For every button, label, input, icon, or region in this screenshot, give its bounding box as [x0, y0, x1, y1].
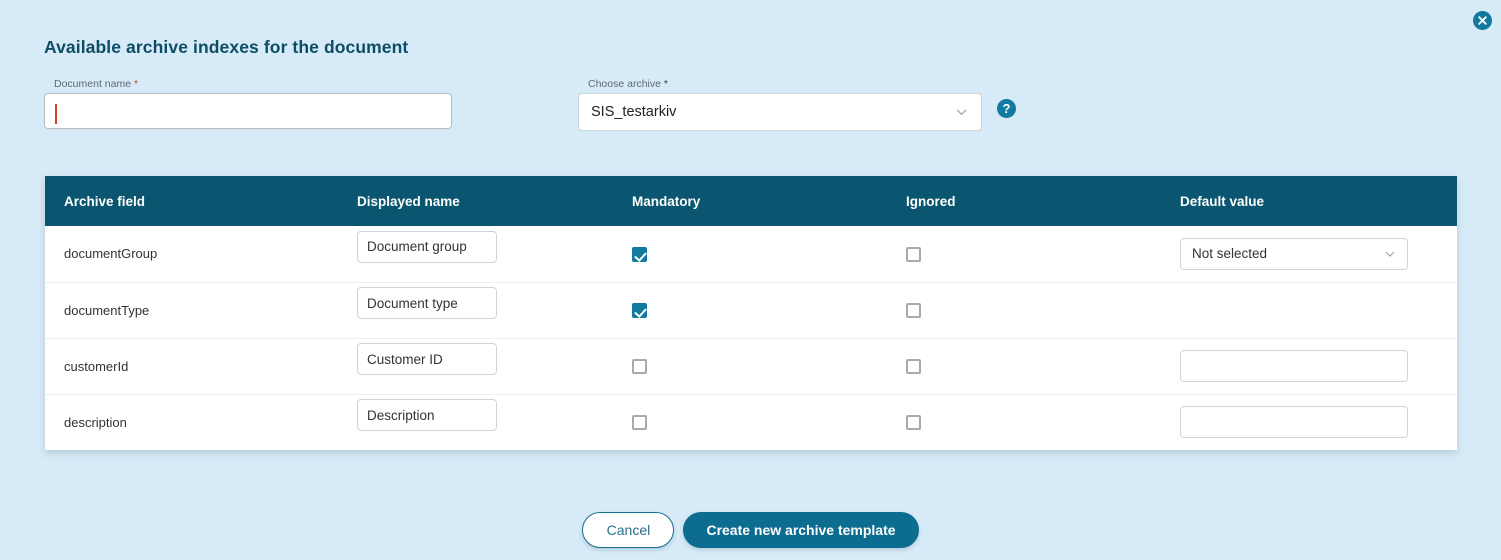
close-dialog-button[interactable]: [1473, 11, 1492, 30]
cell-mandatory: [613, 282, 887, 339]
cell-displayed-name: [338, 394, 613, 450]
required-asterisk: *: [133, 78, 139, 90]
cell-ignored: [887, 394, 1161, 450]
mandatory-checkbox[interactable]: [632, 246, 647, 262]
cell-ignored: [887, 226, 1161, 283]
page-title: Available archive indexes for the docume…: [44, 37, 409, 57]
choose-archive-select[interactable]: SIS_testarkiv: [578, 93, 982, 131]
choose-archive-label: Choose archive *: [588, 78, 668, 90]
cell-archive-field: description: [64, 414, 127, 430]
cell-default-value: [1161, 338, 1457, 395]
document-name-label: Document name *: [54, 78, 139, 90]
cell-archive-field: documentType: [45, 282, 338, 339]
archive-index-table: Archive field Displayed name Mandatory I…: [45, 176, 1457, 450]
column-header-default-value: Default value: [1161, 176, 1457, 226]
table-row: documentType: [45, 282, 1457, 339]
document-name-field-group: Document name *: [44, 78, 452, 129]
chevron-down-icon: [1385, 251, 1395, 257]
default-value-input[interactable]: [1180, 350, 1408, 382]
table-row: description: [45, 394, 1457, 450]
table-body: documentGroup Not selected documentTypecus…: [45, 226, 1457, 450]
cell-default-value: Not selected: [1161, 226, 1457, 283]
form-row: Document name * Choose archive * SIS_tes…: [0, 78, 1501, 138]
cell-mandatory: [613, 338, 887, 395]
cell-archive-field: documentGroup: [45, 226, 338, 283]
displayed-name-input[interactable]: [357, 343, 497, 375]
cell-archive-field: customerId: [45, 338, 338, 395]
displayed-name-input[interactable]: [357, 399, 497, 432]
chevron-down-icon: [956, 109, 967, 116]
help-icon[interactable]: ?: [997, 99, 1016, 118]
document-name-input[interactable]: [44, 93, 452, 129]
cell-mandatory: [613, 394, 887, 450]
column-header-displayed-name: Displayed name: [338, 176, 613, 226]
default-value-selected-text: Not selected: [1192, 246, 1268, 262]
mandatory-checkbox[interactable]: [632, 303, 647, 318]
displayed-name-input[interactable]: [357, 287, 497, 319]
close-icon: [1478, 16, 1487, 25]
ignored-checkbox[interactable]: [906, 246, 921, 262]
mandatory-checkbox[interactable]: [632, 415, 647, 431]
required-asterisk: *: [663, 78, 668, 90]
default-value-input[interactable]: [1180, 406, 1408, 439]
dialog-footer: Cancel Create new archive template: [0, 512, 1501, 548]
default-value-select[interactable]: Not selected: [1180, 237, 1408, 270]
ignored-checkbox[interactable]: [906, 303, 921, 318]
text-cursor: [55, 104, 57, 124]
cell-ignored: [887, 282, 1161, 339]
displayed-name-input[interactable]: [357, 230, 497, 263]
ignored-checkbox[interactable]: [906, 359, 921, 374]
table-header-row: Archive field Displayed name Mandatory I…: [45, 176, 1457, 226]
cell-ignored: [887, 338, 1161, 395]
table-row: documentGroup Not selected: [45, 226, 1457, 283]
choose-archive-value: SIS_testarkiv: [591, 104, 677, 120]
cell-displayed-name: [338, 338, 613, 395]
cell-displayed-name: [338, 282, 613, 339]
cell-mandatory: [613, 226, 887, 283]
cell-default-value: [1161, 394, 1457, 450]
column-header-archive-field: Archive field: [45, 176, 338, 226]
column-header-mandatory: Mandatory: [613, 176, 887, 226]
mandatory-checkbox[interactable]: [632, 359, 647, 374]
cell-displayed-name: [338, 226, 613, 283]
create-new-archive-template-button[interactable]: Create new archive template: [683, 512, 919, 548]
ignored-checkbox[interactable]: [906, 415, 921, 431]
table-row: customerId: [45, 338, 1457, 395]
column-header-ignored: Ignored: [887, 176, 1161, 226]
choose-archive-field-group: Choose archive * SIS_testarkiv: [578, 78, 982, 131]
cancel-button[interactable]: Cancel: [582, 512, 675, 548]
cell-default-value: [1161, 282, 1457, 339]
